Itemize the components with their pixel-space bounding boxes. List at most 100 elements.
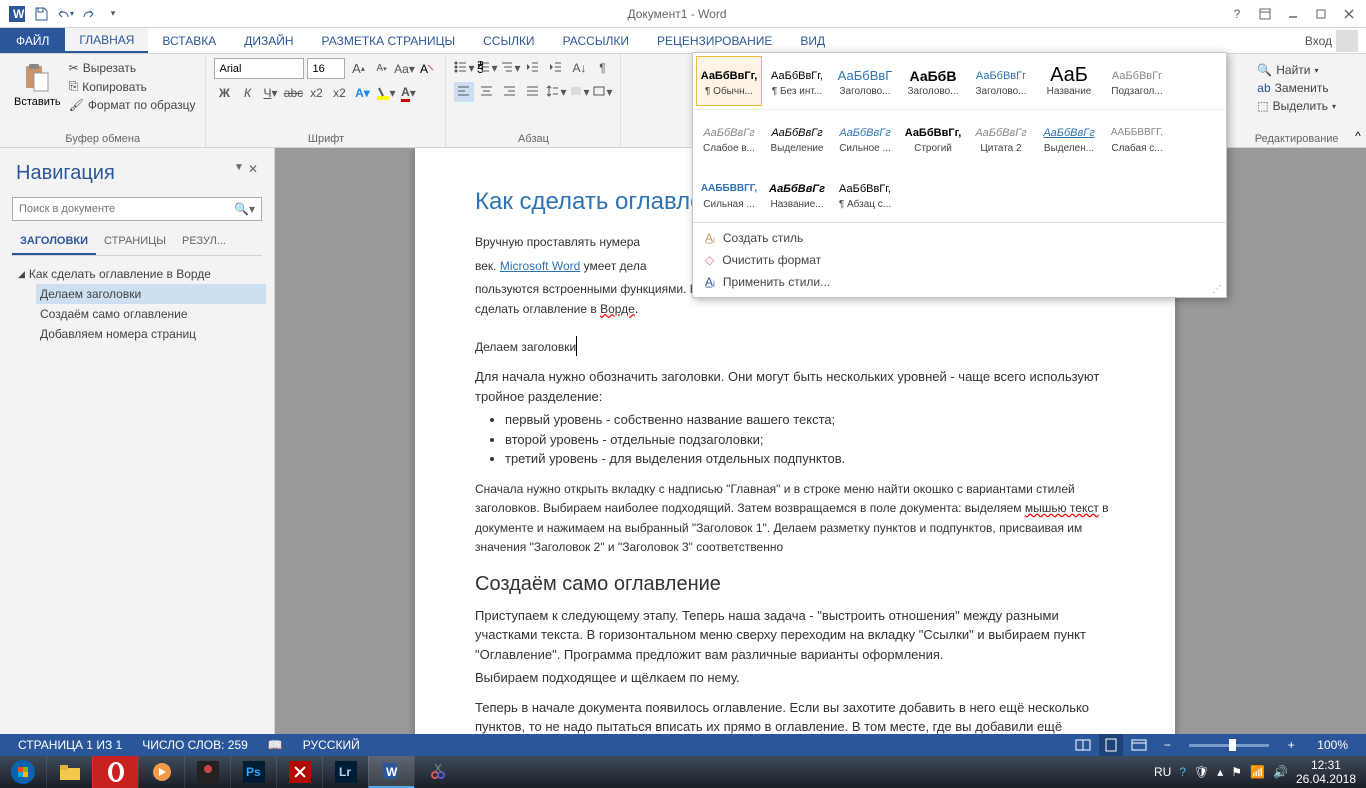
zoom-in-icon[interactable]: + [1279, 734, 1303, 756]
borders-icon[interactable]: ▾ [592, 82, 612, 102]
doc-heading-2[interactable]: Делаем заголовки [475, 334, 1115, 357]
italic-icon[interactable]: К [237, 83, 257, 103]
page-indicator[interactable]: СТРАНИЦА 1 ИЗ 1 [8, 738, 132, 752]
style-item[interactable]: АаБбВвГгВыделен... [1036, 113, 1102, 163]
tab-references[interactable]: ССЫЛКИ [469, 28, 548, 53]
print-layout-icon[interactable] [1099, 734, 1123, 756]
cut-button[interactable]: ✂Вырезать [67, 60, 198, 76]
list-item[interactable]: третий уровень - для выделения отдельных… [505, 449, 1115, 469]
taskbar-lr[interactable]: Lr [322, 756, 368, 788]
tray-lang[interactable]: RU [1154, 765, 1171, 779]
taskbar-media[interactable] [138, 756, 184, 788]
align-left-icon[interactable] [454, 82, 474, 102]
style-item[interactable]: ААББВВГГ,Сильная ... [696, 169, 762, 219]
taskbar-ps[interactable]: Ps [230, 756, 276, 788]
align-center-icon[interactable] [477, 82, 497, 102]
taskbar-explorer[interactable] [46, 756, 92, 788]
language-indicator[interactable]: РУССКИЙ [293, 738, 370, 752]
signin-area[interactable]: Вход [1297, 28, 1366, 53]
clear-format-button[interactable]: ◇Очистить формат [693, 249, 1226, 271]
replace-button[interactable]: abЗаменить [1255, 80, 1338, 96]
nav-search[interactable]: 🔍▾ [12, 197, 262, 221]
spelling-icon[interactable]: 📖 [258, 738, 293, 752]
doc-paragraph[interactable]: Теперь в начале документа появилось огла… [475, 698, 1115, 735]
multilevel-icon[interactable]: ▾ [500, 58, 520, 78]
taskbar-acrobat[interactable] [276, 756, 322, 788]
tray-flag-icon[interactable]: ⚑ [1231, 765, 1242, 779]
style-item[interactable]: АаБбВвГЗаголово... [832, 56, 898, 106]
style-item[interactable]: АаБНазвание [1036, 56, 1102, 106]
list-item[interactable]: первый уровень - собственно название ваш… [505, 410, 1115, 430]
nav-tab-headings[interactable]: ЗАГОЛОВКИ [12, 229, 96, 255]
nav-tab-pages[interactable]: СТРАНИЦЫ [96, 229, 174, 255]
style-item[interactable]: ААББВВГГ,Слабая с... [1104, 113, 1170, 163]
show-marks-icon[interactable]: ¶ [592, 58, 612, 78]
style-item[interactable]: АаБбВвГгСильное ... [832, 113, 898, 163]
tray-up-icon[interactable]: ▴ [1217, 765, 1223, 779]
style-item[interactable]: АаБбВвГг,Строгий [900, 113, 966, 163]
doc-paragraph[interactable]: Сначала нужно открыть вкладку с надписью… [475, 479, 1115, 557]
tab-view[interactable]: ВИД [786, 28, 839, 53]
text-effects-icon[interactable]: A▾ [352, 83, 372, 103]
word-count[interactable]: ЧИСЛО СЛОВ: 259 [132, 738, 258, 752]
sort-icon[interactable]: A↓ [569, 58, 589, 78]
increase-indent-icon[interactable] [546, 58, 566, 78]
tab-review[interactable]: РЕЦЕНЗИРОВАНИЕ [643, 28, 786, 53]
nav-tab-results[interactable]: РЕЗУЛ... [174, 229, 234, 255]
list-item[interactable]: второй уровень - отдельные подзаголовки; [505, 430, 1115, 450]
shading-icon[interactable]: ▾ [569, 82, 589, 102]
tree-parent[interactable]: ◢Как сделать оглавление в Ворде [14, 264, 266, 284]
tab-mailings[interactable]: РАССЫЛКИ [549, 28, 643, 53]
tray-clock[interactable]: 12:31 26.04.2018 [1296, 758, 1356, 787]
doc-paragraph[interactable]: Выбираем подходящее и щёлкаем по нему. [475, 668, 1115, 688]
zoom-out-icon[interactable]: − [1155, 734, 1179, 756]
style-item[interactable]: АаБбВвГгВыделение [764, 113, 830, 163]
find-button[interactable]: 🔍Найти▾ [1255, 62, 1338, 78]
start-button[interactable] [0, 756, 46, 788]
font-name-input[interactable] [214, 58, 304, 79]
undo-icon[interactable]: ▾ [54, 3, 76, 25]
style-item[interactable]: АаБбВвГгНазвание... [764, 169, 830, 219]
style-item[interactable]: АаБбВвГг,¶ Обычн... [696, 56, 762, 106]
style-item[interactable]: АаБбВвГг,¶ Абзац с... [832, 169, 898, 219]
style-item[interactable]: АаБбВвГг,¶ Без инт... [764, 56, 830, 106]
bullets-icon[interactable]: ▾ [454, 58, 474, 78]
select-button[interactable]: ⬚Выделить▾ [1255, 98, 1338, 114]
minimize-icon[interactable] [1280, 4, 1306, 24]
format-painter-button[interactable]: 🖌Формат по образцу [67, 97, 198, 113]
align-right-icon[interactable] [500, 82, 520, 102]
numbering-icon[interactable]: 123▾ [477, 58, 497, 78]
style-item[interactable]: АаБбВвГгСлабое в... [696, 113, 762, 163]
maximize-icon[interactable] [1308, 4, 1334, 24]
taskbar-opera[interactable] [92, 756, 138, 788]
nav-menu-icon[interactable]: ▼ [234, 162, 244, 176]
superscript-icon[interactable]: x2 [329, 83, 349, 103]
create-style-button[interactable]: A̲ᵢСоздать стиль [693, 227, 1226, 249]
taskbar-app[interactable] [184, 756, 230, 788]
justify-icon[interactable] [523, 82, 543, 102]
apply-styles-button[interactable]: A̲ᵢПрименить стили... [693, 271, 1226, 293]
collapse-icon[interactable]: ◢ [18, 269, 25, 280]
change-case-icon[interactable]: Aa▾ [394, 59, 414, 79]
style-item[interactable]: АаБбВвГгЦитата 2 [968, 113, 1034, 163]
doc-heading-2[interactable]: Создаём само оглавление [475, 573, 1115, 596]
help-icon[interactable]: ? [1224, 4, 1250, 24]
tray-help-icon[interactable]: ? [1179, 765, 1186, 779]
taskbar-word[interactable]: W [368, 756, 414, 788]
doc-list[interactable]: первый уровень - собственно название ваш… [505, 410, 1115, 469]
save-icon[interactable] [30, 3, 52, 25]
tray-shield-icon[interactable]: 🛡 [1194, 765, 1209, 779]
font-size-input[interactable] [307, 58, 345, 79]
subscript-icon[interactable]: x2 [306, 83, 326, 103]
underline-icon[interactable]: Ч▾ [260, 83, 280, 103]
file-tab[interactable]: ФАЙЛ [0, 28, 65, 53]
doc-paragraph[interactable]: Приступаем к следующему этапу. Теперь на… [475, 606, 1115, 665]
tray-network-icon[interactable]: 📶 [1250, 765, 1265, 779]
search-icon[interactable]: 🔍▾ [234, 202, 255, 216]
decrease-indent-icon[interactable] [523, 58, 543, 78]
tree-child-2[interactable]: Добавляем номера страниц [36, 324, 266, 344]
zoom-slider[interactable] [1189, 744, 1269, 747]
tray-volume-icon[interactable]: 🔊 [1273, 765, 1288, 779]
resize-grip-icon[interactable]: ⋰ [1212, 284, 1222, 295]
line-spacing-icon[interactable]: ▾ [546, 82, 566, 102]
